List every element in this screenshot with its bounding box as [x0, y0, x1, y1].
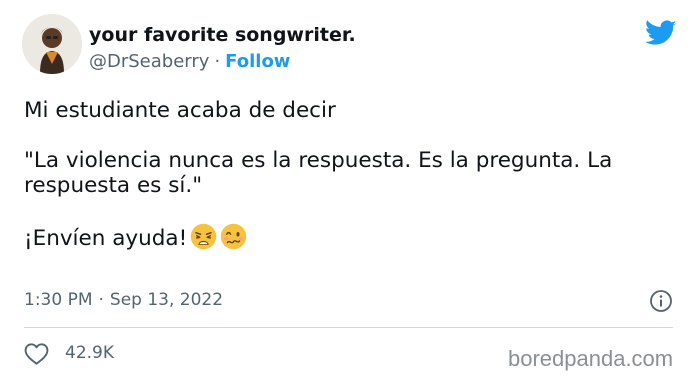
- author-handle-row: @DrSeaberry · Follow: [89, 51, 290, 72]
- tweet-card: your favorite songwriter. @DrSeaberry · Fo…: [0, 0, 700, 381]
- weary-face-emoji: [190, 223, 217, 250]
- author-display-name[interactable]: your favorite songwriter.: [89, 24, 356, 46]
- closing-text: ¡Envíen ayuda!: [24, 226, 188, 251]
- tweet-line-quote: "La violencia nunca es la respuesta. Es …: [24, 148, 613, 198]
- handle-separator: ·: [214, 51, 221, 72]
- twitter-bird-icon[interactable]: [645, 20, 677, 47]
- tweet-date: Sep 13, 2022: [109, 290, 224, 310]
- tweet-timestamp[interactable]: 1:30 PM · Sep 13, 2022: [24, 290, 223, 310]
- avatar-image: [22, 14, 82, 74]
- author-handle[interactable]: @DrSeaberry: [89, 51, 209, 72]
- timestamp-separator: ·: [98, 290, 104, 310]
- heart-icon[interactable]: [24, 342, 49, 366]
- avatar[interactable]: [22, 14, 82, 74]
- info-icon[interactable]: [649, 289, 673, 313]
- watermark: boredpanda.com: [508, 346, 674, 371]
- tweet-line-intro: Mi estudiante acaba de decir: [24, 98, 336, 123]
- like-count: 42.9K: [65, 343, 114, 363]
- tweet-text: Mi estudiante acaba de decir "La violenc…: [24, 98, 674, 251]
- tweet-time: 1:30 PM: [24, 290, 93, 310]
- tweet-line-closing: ¡Envíen ayuda!: [24, 223, 674, 251]
- woozy-face-emoji: [220, 223, 247, 250]
- follow-button[interactable]: Follow: [225, 51, 290, 72]
- divider: [24, 327, 673, 328]
